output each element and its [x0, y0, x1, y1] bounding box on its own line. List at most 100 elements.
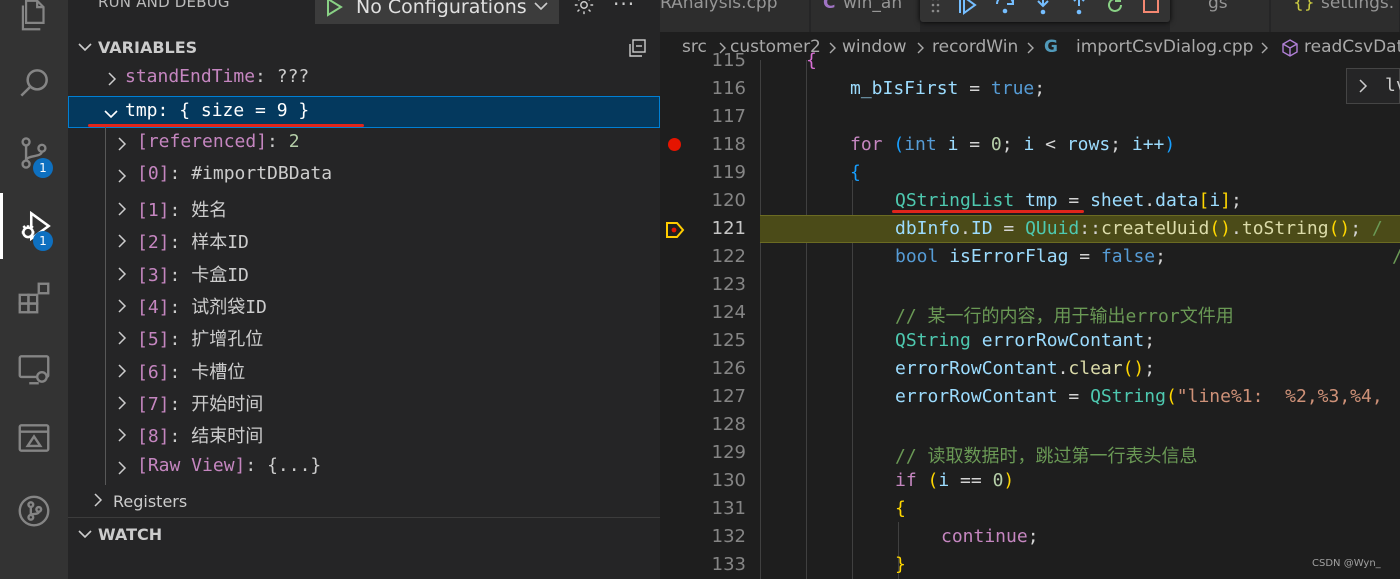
variable-value: 姓名	[191, 200, 228, 221]
stop-icon[interactable]	[1140, 0, 1162, 16]
code-line-119: {	[760, 160, 1400, 188]
code-line-121-current: dbInfo.ID = QUuid::createUuid().toString…	[760, 215, 1400, 243]
line-number: 122	[711, 246, 746, 267]
token: "line%1: %2,%3,%4,	[1176, 386, 1383, 407]
run-and-debug-title: RUN AND DEBUG	[98, 0, 230, 11]
token: i++	[1131, 134, 1165, 155]
code-line-115: {	[760, 48, 1400, 76]
code-line-127: errorRowContant = QString("line%1: %2,%3…	[895, 386, 1383, 407]
token: ;	[1001, 134, 1024, 155]
continue-icon[interactable]	[956, 0, 978, 16]
tab-label: settings.	[1321, 0, 1395, 13]
variable-row[interactable]: [5]: 扩增孔位	[68, 322, 660, 354]
chevron-down-icon	[104, 110, 118, 119]
line-number: 132	[711, 526, 746, 547]
code-line-126: errorRowContant.clear();	[895, 358, 1156, 379]
line-number: 117	[711, 106, 746, 127]
restart-icon[interactable]	[1104, 0, 1126, 16]
variable-row[interactable]: [6]: 卡槽位	[68, 355, 660, 387]
variable-name: [4]	[137, 297, 170, 318]
code-line-118: for (int i = 0; i < rows; i++)	[850, 134, 1176, 155]
step-out-icon[interactable]	[1068, 0, 1090, 16]
watch-section-header[interactable]: WATCH	[68, 518, 660, 550]
run-debug-icon[interactable]: 1	[0, 193, 68, 259]
gear-icon[interactable]	[573, 0, 595, 16]
tab-ranalysis[interactable]: RAnalysis.cpp	[660, 0, 810, 32]
token: false	[1100, 246, 1156, 267]
line-number: 120	[711, 190, 746, 211]
extensions-icon[interactable]	[0, 265, 68, 331]
token: =	[1068, 246, 1101, 267]
variable-row[interactable]: [Raw View]: {...}	[68, 452, 660, 484]
explorer-icon[interactable]	[0, 0, 68, 48]
remote-explorer-icon[interactable]	[0, 336, 68, 402]
variable-row[interactable]: standEndTime: ???	[68, 63, 660, 95]
chevron-right-icon	[118, 234, 127, 248]
chevron-down-icon[interactable]	[532, 0, 550, 15]
token: continue	[941, 526, 1028, 547]
token: i	[1209, 190, 1221, 211]
chevron-right-icon	[108, 72, 117, 86]
variable-value: {...}	[267, 455, 322, 476]
token: ;	[1155, 246, 1166, 267]
token: =	[958, 134, 991, 155]
variable-row[interactable]: [0]: #importDBData	[68, 160, 660, 192]
token: =	[992, 218, 1026, 239]
token: ;	[1231, 190, 1242, 211]
token: ID	[970, 218, 993, 239]
config-select[interactable]: No Configurations	[315, 0, 559, 24]
step-into-icon[interactable]	[1032, 0, 1054, 16]
search-icon[interactable]	[0, 50, 68, 116]
git-graph-icon[interactable]	[0, 478, 68, 544]
variable-row[interactable]: [1]: 姓名	[68, 193, 660, 225]
variable-row[interactable]: [3]: 卡盒ID	[68, 258, 660, 290]
breakpoint-icon[interactable]	[668, 138, 681, 151]
variable-name: standEndTime	[125, 66, 256, 87]
variable-row[interactable]: [4]: 试剂袋ID	[68, 290, 660, 322]
code-line-131: {	[760, 496, 1400, 524]
source-control-icon[interactable]: 1	[0, 120, 68, 186]
line-number: 115	[711, 50, 746, 71]
token: if	[895, 470, 917, 491]
variable-row[interactable]: [2]: 样本ID	[68, 225, 660, 257]
play-icon[interactable]	[324, 0, 344, 17]
chevron-down-icon	[78, 43, 92, 52]
ellipsis-icon[interactable]: ···	[613, 0, 635, 16]
variable-row[interactable]: [referenced]: 2	[68, 128, 660, 160]
variable-separator: :	[267, 131, 289, 152]
tab-win-an[interactable]: C win_an	[811, 0, 921, 32]
registers-row[interactable]: Registers	[68, 485, 660, 517]
debug-toolbar	[920, 0, 1170, 22]
line-number: 116	[711, 78, 746, 99]
code-view[interactable]: { m_bIsFirst = true; for (int i = 0; i <…	[760, 50, 1400, 579]
chevron-right-icon[interactable]	[1355, 78, 1371, 94]
token: clear	[1068, 358, 1123, 379]
line-number: 127	[711, 386, 746, 407]
collapse-all-icon[interactable]	[627, 37, 649, 59]
drag-handle-icon[interactable]	[930, 0, 942, 16]
token: i	[1023, 134, 1035, 155]
editor-area: RAnalysis.cpp C win_an gs {} settings. s…	[660, 0, 1400, 579]
token: 0	[992, 470, 1004, 491]
token: errorRowContant	[895, 386, 1058, 407]
brace: }	[895, 554, 906, 575]
step-over-icon[interactable]	[994, 0, 1016, 16]
token: QString	[1090, 386, 1166, 407]
line-number: 128	[711, 414, 746, 435]
variable-row[interactable]: [8]: 结束时间	[68, 419, 660, 451]
variable-name: [6]	[137, 362, 170, 383]
line-number: 130	[711, 470, 746, 491]
comment: // 某一行的内容，用于输出error文件用	[895, 306, 1234, 327]
variables-section-header[interactable]: VARIABLES	[68, 31, 660, 63]
tab-settings[interactable]: {} settings.	[1271, 0, 1400, 32]
annotation-underline	[88, 124, 364, 127]
testing-icon[interactable]	[0, 405, 68, 471]
tab-gs[interactable]: gs	[1170, 0, 1270, 32]
token: sheet	[1090, 190, 1145, 211]
brace: {	[850, 162, 861, 183]
code-line-130: if (i == 0)	[895, 470, 1015, 491]
variable-separator: :	[169, 362, 192, 383]
chevron-right-icon	[118, 137, 127, 151]
peek-widget[interactable]: lv	[1346, 68, 1400, 104]
variable-row[interactable]: [7]: 开始时间	[68, 387, 660, 419]
